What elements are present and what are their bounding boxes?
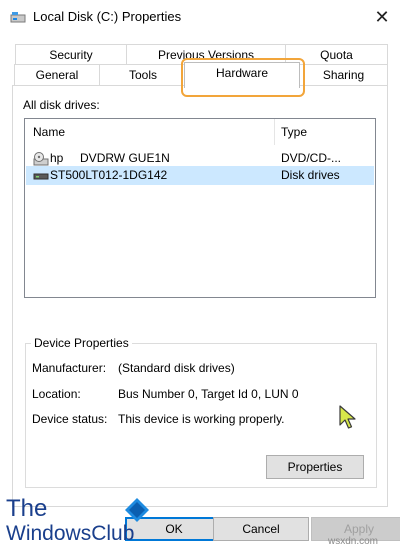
mouse-pointer-icon [339, 405, 356, 429]
manufacturer-value: (Standard disk drives) [118, 361, 235, 375]
device-status-value: This device is working properly. [118, 412, 285, 426]
close-button[interactable]: ✕ [368, 4, 396, 30]
manufacturer-label: Manufacturer: [32, 361, 107, 375]
device-status-label: Device status: [32, 412, 108, 426]
location-value: Bus Number 0, Target Id 0, LUN 0 [118, 387, 299, 401]
watermark-line-1: The [6, 495, 48, 522]
hard-disk-icon [33, 173, 49, 180]
tab-sharing[interactable]: Sharing [299, 64, 388, 85]
hardware-tab-highlight [181, 58, 305, 97]
column-header-name[interactable]: Name [33, 125, 65, 139]
watermark-line-2: WindowsClub [6, 522, 135, 545]
drive-name: ST500LT012-1DG142 [50, 168, 168, 182]
device-properties-title: Device Properties [31, 336, 132, 350]
column-divider[interactable] [274, 119, 275, 145]
properties-button[interactable]: Properties [266, 455, 364, 479]
location-label: Location: [32, 387, 81, 401]
tab-tools[interactable]: Tools [99, 64, 187, 85]
window-title: Local Disk (C:) Properties [33, 9, 182, 24]
tab-security[interactable]: Security [15, 44, 127, 65]
column-header-type[interactable]: Type [281, 125, 307, 139]
windowsclub-logo-icon [125, 498, 149, 522]
list-item[interactable]: ST500LT012-1DG142 Disk drives [26, 166, 374, 185]
tab-general[interactable]: General [14, 64, 100, 85]
disk-drives-list[interactable]: Name Type hp DVDRW GUE1N DVD/CD-... ST50… [24, 118, 376, 298]
all-disk-drives-label: All disk drives: [23, 98, 100, 112]
watermark-site: wsxdn.com [328, 536, 379, 547]
title-bar: Local Disk (C:) Properties ✕ [0, 0, 400, 36]
drive-icon [10, 12, 26, 23]
dvd-drive-icon [33, 152, 49, 166]
drive-type: Disk drives [281, 168, 340, 182]
cancel-button[interactable]: Cancel [213, 517, 309, 541]
